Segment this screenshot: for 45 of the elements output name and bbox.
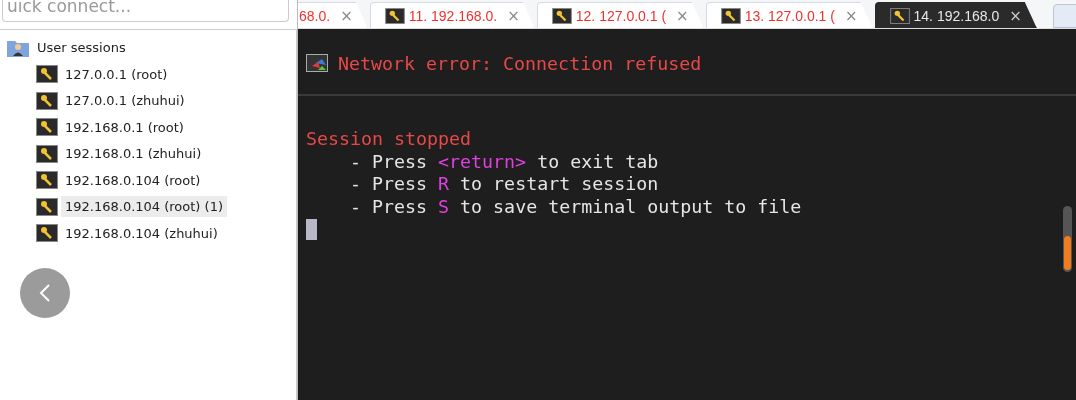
session-tab[interactable]: 13. 127.0.0.1 ( × [705,2,873,28]
key-icon [36,197,58,216]
terminal-cursor [306,219,317,240]
session-item[interactable]: 192.168.0.104 (root) (1) [61,196,227,218]
key-icon [36,224,58,243]
error-message: Network error: Connection refused [338,52,702,74]
key-icon [36,144,58,163]
key-icon [551,7,572,24]
key-icon [720,7,741,24]
session-item[interactable]: 192.168.0.104 (root) [61,169,205,191]
back-button[interactable] [20,268,70,318]
tab-close[interactable]: × [676,6,689,25]
tab-title: 14. 192.168.0 [913,7,1000,24]
chevron-left-icon [38,283,52,303]
terminal-line: - Press S to save terminal output to file [349,195,803,218]
session-tab[interactable]: 11. 192.168.0. × [369,2,535,28]
session-item[interactable]: 127.0.0.1 (root) [61,63,172,85]
tab-title: 13. 127.0.0.1 ( [744,7,835,24]
key-icon [36,171,58,190]
key-icon [384,7,405,24]
session-tab[interactable]: 12. 127.0.0.1 ( × [536,2,704,28]
terminal-line: - Press <return> to exit tab [349,150,660,173]
tab-title: 12. 127.0.0.1 ( [575,7,667,24]
scrollbar[interactable] [1063,206,1072,272]
session-item[interactable]: 127.0.0.1 (zhuhui) [61,90,189,112]
key-icon [36,65,58,84]
new-tab-button[interactable] [1052,4,1076,28]
key-icon [36,118,58,137]
tab-close[interactable]: × [507,6,520,25]
session-tab[interactable]: 68.0. × [298,2,368,28]
key-icon [36,91,58,110]
tab-title: 68.0. [299,7,331,24]
key-icon [889,7,910,24]
terminal-line: - Press R to restart session [349,173,660,196]
session-item[interactable]: 192.168.0.1 (zhuhui) [61,143,206,165]
session-item[interactable]: 192.168.0.1 (root) [61,116,188,138]
terminal-icon [306,54,328,72]
tab-close[interactable]: × [844,6,858,25]
tree-folder-label[interactable]: User sessions [33,37,130,59]
session-status: Session stopped [306,128,472,149]
session-item[interactable]: 192.168.0.104 (zhuhui) [61,222,222,244]
tab-close[interactable]: × [340,6,353,25]
session-tab[interactable]: 14. 192.168.0 × [874,2,1037,28]
tab-title: 11. 192.168.0. [408,7,498,24]
tab-close[interactable]: × [1009,6,1022,25]
